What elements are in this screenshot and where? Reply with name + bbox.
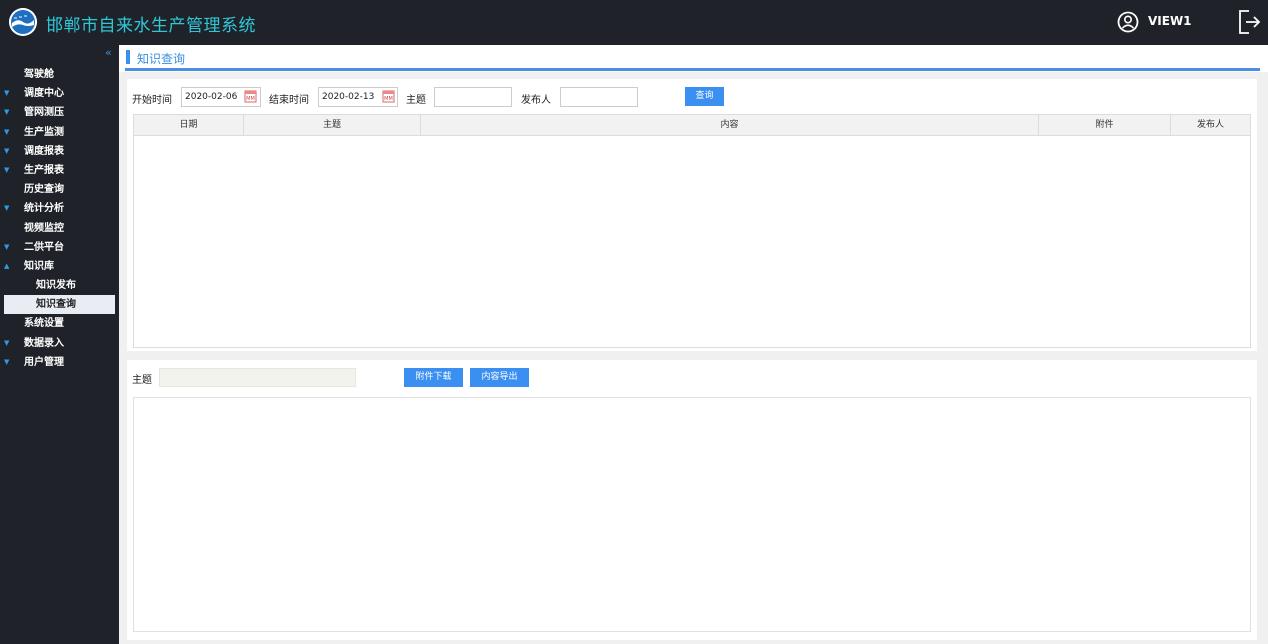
detail-topic-field — [159, 368, 356, 387]
sidebar-item-4[interactable]: ▼ 调度报表 — [0, 142, 119, 161]
column-header-content[interactable]: 内容 — [421, 115, 1039, 135]
sidebar-item-label: 知识发布 — [36, 280, 76, 292]
user-name[interactable]: VIEW1 — [1148, 14, 1192, 28]
sidebar-item-label: 统计分析 — [24, 203, 64, 215]
caret-down-icon: ▼ — [4, 146, 10, 155]
table-header: 日期 主题 内容 附件 发布人 — [134, 115, 1250, 136]
detail-panel: 主题 附件下载 内容导出 — [127, 360, 1257, 640]
sidebar-item-label: 二供平台 — [24, 241, 64, 253]
caret-down-icon: ▼ — [4, 165, 10, 174]
sidebar-item-8[interactable]: 视频监控 — [0, 219, 119, 238]
sidebar-item-9[interactable]: ▼ 二供平台 — [0, 238, 119, 257]
detail-content-area[interactable] — [133, 397, 1251, 632]
sidebar-item-label: 知识库 — [24, 260, 54, 272]
start-time-label: 开始时间 — [132, 95, 172, 106]
sidebar-item-label: 用户管理 — [24, 356, 64, 368]
svg-text:MM: MM — [384, 96, 393, 102]
sidebar-item-label: 数据录入 — [24, 337, 64, 349]
logout-icon[interactable] — [1237, 9, 1261, 35]
content-export-button[interactable]: 内容导出 — [470, 368, 529, 387]
publisher-label: 发布人 — [521, 95, 551, 106]
title-divider — [125, 68, 1260, 71]
column-header-publisher[interactable]: 发布人 — [1171, 115, 1250, 135]
caret-up-icon: ▲ — [4, 261, 10, 270]
knowledge-table: 日期 主题 内容 附件 发布人 — [133, 114, 1251, 348]
column-header-date[interactable]: 日期 — [134, 115, 244, 135]
main-content: 知识查询 开始时间 2020-02-06 MM 结束时间 2020-02-13 … — [119, 45, 1268, 644]
sidebar-item-1[interactable]: ▼ 调度中心 — [0, 84, 119, 103]
page-title: 知识查询 — [137, 52, 186, 66]
sidebar-item-label: 生产报表 — [24, 164, 64, 176]
sidebar-item-7[interactable]: ▼ 统计分析 — [0, 199, 119, 218]
water-drop-logo-icon — [9, 8, 37, 36]
topic-input[interactable] — [434, 87, 512, 107]
page-title-bar: 知识查询 — [119, 45, 1268, 72]
sidebar-item-label: 驾驶舱 — [24, 69, 54, 80]
sidebar-item-label: 系统设置 — [24, 318, 64, 330]
calendar-icon[interactable]: MM — [382, 89, 395, 103]
sidebar: « 驾驶舱 ▼ 调度中心 ▼ 管网测压 ▼ 生产监测 ▼ 调度报表 ▼ 生产报表历史查询 ▼ 统计分析视… — [0, 45, 119, 644]
sidebar-item-label: 管网测压 — [24, 107, 64, 119]
sidebar-item-label: 历史查询 — [24, 184, 64, 196]
sidebar-item-13[interactable]: 系统设置 — [0, 314, 119, 333]
sidebar-item-5[interactable]: ▼ 生产报表 — [0, 161, 119, 180]
caret-down-icon: ▼ — [4, 338, 10, 347]
calendar-icon[interactable]: MM — [244, 89, 257, 103]
sidebar-item-2[interactable]: ▼ 管网测压 — [0, 103, 119, 122]
sidebar-nav: 驾驶舱 ▼ 调度中心 ▼ 管网测压 ▼ 生产监测 ▼ 调度报表 ▼ 生产报表历史查询 ▼ 统计分析视频监… — [0, 65, 119, 372]
sidebar-item-12[interactable]: 知识查询 — [4, 295, 115, 315]
sidebar-item-15[interactable]: ▼ 用户管理 — [0, 353, 119, 372]
sidebar-item-14[interactable]: ▼ 数据录入 — [0, 334, 119, 353]
sidebar-item-6[interactable]: 历史查询 — [0, 180, 119, 199]
query-button[interactable]: 查询 — [685, 87, 724, 106]
app-title: 邯郸市自来水生产管理系统 — [46, 16, 256, 36]
caret-down-icon: ▼ — [4, 127, 10, 136]
top-header: 邯郸市自来水生产管理系统 VIEW1 — [0, 0, 1268, 45]
sidebar-item-0[interactable]: 驾驶舱 — [0, 65, 119, 84]
svg-text:MM: MM — [246, 96, 255, 102]
publisher-input[interactable] — [560, 87, 638, 107]
topic-label: 主题 — [406, 95, 426, 106]
sidebar-item-11[interactable]: 知识发布 — [0, 276, 119, 295]
sidebar-item-label: 生产监测 — [24, 126, 64, 138]
caret-down-icon: ▼ — [4, 357, 10, 366]
sidebar-item-label: 视频监控 — [24, 222, 64, 234]
attachment-download-button[interactable]: 附件下载 — [404, 368, 463, 387]
detail-topic-label: 主题 — [132, 375, 152, 386]
caret-down-icon: ▼ — [4, 108, 10, 117]
sidebar-item-label: 调度报表 — [24, 145, 64, 157]
caret-down-icon: ▼ — [4, 89, 10, 98]
sidebar-item-3[interactable]: ▼ 生产监测 — [0, 123, 119, 142]
column-header-attachment[interactable]: 附件 — [1039, 115, 1171, 135]
end-time-label: 结束时间 — [269, 95, 309, 106]
user-avatar-icon[interactable] — [1117, 11, 1139, 33]
sidebar-item-label: 调度中心 — [24, 88, 64, 100]
search-panel: 开始时间 2020-02-06 MM 结束时间 2020-02-13 MM 主题… — [127, 79, 1257, 351]
caret-down-icon: ▼ — [4, 242, 10, 251]
title-marker — [126, 50, 130, 64]
caret-down-icon: ▼ — [4, 204, 10, 213]
sidebar-collapse-button[interactable]: « — [105, 46, 112, 59]
sidebar-item-10[interactable]: ▲ 知识库 — [0, 257, 119, 276]
sidebar-item-label: 知识查询 — [36, 299, 76, 311]
column-header-topic[interactable]: 主题 — [244, 115, 421, 135]
